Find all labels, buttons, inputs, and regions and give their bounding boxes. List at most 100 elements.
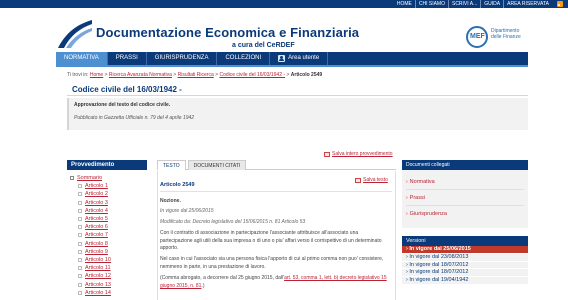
article-title: Articolo 2549 [160,182,195,188]
provvedimento-panel: Provvedimento Sommario Articolo 1 Artico… [67,160,147,300]
site-title[interactable]: Documentazione Economica e Finanziaria [96,25,359,40]
tree-item-label: Articolo 14 [85,289,111,296]
tree-item[interactable]: Articolo 2 [67,190,147,198]
tree-item[interactable]: Articolo 8 [67,240,147,248]
article-vigore: In vigore dal 25/06/2015 [160,208,214,214]
tree-item[interactable]: Articolo 3 [67,199,147,207]
related-panel: Documenti collegati › Normativa › Prassi ›… [402,160,528,300]
tab-giurisprudenza[interactable]: GIURISPRUDENZA [147,52,218,65]
tree-item-label: Articolo 10 [85,256,111,263]
tree-item[interactable]: Articolo 1 [67,182,147,190]
tree-node-icon [78,225,82,230]
tree-node-icon [78,274,82,279]
tree-node-icon [78,208,82,213]
tree-item-label: Sommario [77,175,103,182]
tree-item-label: Articolo 7 [85,232,108,239]
breadcrumb: Ti trovi in: Home > Ricerca Avanzata Nor… [67,72,323,78]
tree-item[interactable]: Articolo 6 [67,223,147,231]
related-link-normativa[interactable]: › Normativa [406,174,524,190]
tree-item-label: Articolo 11 [85,265,111,272]
tree-node-icon [78,290,82,295]
article-heading: Nozione. [160,198,181,204]
tab-normativa[interactable]: NORMATIVA [56,52,108,65]
tree-item[interactable]: Articolo 13 [67,280,147,288]
tab-prassi[interactable]: PRASSI [108,52,147,65]
main-nav: NORMATIVA PRASSI GIURISPRUDENZA COLLEZIO… [56,52,528,65]
tab-testo[interactable]: TESTO [157,160,186,170]
tree-item-sommario[interactable]: Sommario [67,174,147,182]
breadcrumb-home[interactable]: Home [90,72,103,78]
save-all-link[interactable]: Salva intero provvedimento [324,151,393,157]
approval-text: Approvazione del testo del codice civile… [74,102,171,108]
save-text-link[interactable]: Salva testo [355,177,388,183]
tree-node-icon [78,184,82,189]
topnav-guida[interactable]: GUIDA [480,0,503,8]
version-item[interactable]: › In vigore dal 18/07/2012 [402,261,528,270]
provvedimento-heading: Provvedimento [67,160,147,170]
version-item[interactable]: › In vigore dal 23/08/2013 [402,253,528,262]
tree-node-icon [78,257,82,262]
tree-node-icon [78,200,82,205]
tab-area-utente-label: Area utente [288,55,320,61]
arrow-right-icon: › [406,194,408,201]
tree-item-label: Articolo 4 [85,207,108,214]
article-paragraph-3: (Comma abrogato, a decorrere dal 25 giug… [160,275,392,290]
save-all-label: Salva intero provvedimento [332,151,393,157]
topnav-chi-siamo[interactable]: CHI SIAMO [414,0,448,8]
breadcrumb-ricerca-avanzata[interactable]: Ricerca Avanzata Normativa [109,72,172,78]
article-tree: Sommario Articolo 1 Articolo 2 Articolo … [67,170,147,297]
tab-collezioni[interactable]: COLLEZIONI [217,52,271,65]
versions-heading: Versioni [402,236,528,246]
related-link-label: Normativa [409,178,435,185]
mef-logo[interactable]: MEF [466,26,488,48]
tree-item[interactable]: Articolo 12 [67,272,147,280]
tree-node-icon [78,249,82,254]
version-item[interactable]: › In vigore dal 18/07/2012 [402,269,528,278]
tree-item[interactable]: Articolo 9 [67,248,147,256]
article-divider [160,191,392,192]
topnav-scrivi[interactable]: SCRIVI A... [447,0,480,8]
article-paragraph-2: Nel caso in cui l'associato sia una pers… [160,256,384,270]
rss-icon[interactable] [557,1,563,7]
related-link-label: Prassi [409,194,425,201]
tree-item-label: Articolo 3 [85,199,108,206]
breadcrumb-prefix: Ti trovi in: [67,72,89,78]
related-link-giurisprudenza[interactable]: › Giurisprudenza [406,206,524,222]
related-link-label: Giurisprudenza [409,211,447,217]
tree-item-label: Articolo 9 [85,248,108,255]
breadcrumb-codice-civile[interactable]: Codice civile del 16/03/1942 - [219,72,285,78]
nav-underline [56,65,528,67]
tree-expander-icon[interactable] [70,176,74,181]
site-header: Documentazione Economica e Finanziaria a… [0,8,568,52]
site-logo-icon [58,20,92,48]
tree-item[interactable]: Articolo 14 [67,289,147,297]
related-link-prassi[interactable]: › Prassi [406,190,524,206]
breadcrumb-risultati[interactable]: Risultati Ricerca [178,72,214,78]
related-links: › Normativa › Prassi › Giurisprudenza [402,170,528,228]
tab-area-utente[interactable]: Area utente [270,52,329,65]
article-paragraph-3-end: .) [201,282,205,289]
topnav-home[interactable]: HOME [394,0,415,8]
topnav-area-riservata[interactable]: AREA RISERVATA [503,0,552,8]
tree-item[interactable]: Articolo 4 [67,207,147,215]
tree-node-icon [78,266,82,271]
title-divider [67,95,528,96]
tree-item[interactable]: Articolo 11 [67,264,147,272]
version-label: In vigore dal 18/07/2012 [409,269,469,276]
page-title: Codice civile del 16/03/1942 - [72,85,182,94]
arrow-right-icon: › [406,211,408,217]
article-paragraph-3-text: (Comma abrogato, a decorrere dal 25 giug… [160,275,285,281]
tree-item[interactable]: Articolo 5 [67,215,147,223]
tree-item[interactable]: Articolo 7 [67,231,147,239]
tree-item-label: Articolo 6 [85,224,108,231]
tree-item-label: Articolo 1 [85,183,108,190]
related-docs-heading: Documenti collegati [402,160,528,170]
version-item[interactable]: › In vigore dal 19/04/1942 [402,277,528,285]
tree-node-icon [78,282,82,287]
tree-item[interactable]: Articolo 10 [67,256,147,264]
version-item-current[interactable]: › In vigore dal 25/06/2015 [402,246,528,254]
top-utility-nav: HOME CHI SIAMO SCRIVI A... GUIDA AREA RI… [394,0,552,8]
tab-documenti-citati[interactable]: DOCUMENTI CITATI [187,160,247,170]
tree-item-label: Articolo 12 [85,273,111,280]
tree-item-label: Articolo 8 [85,240,108,247]
